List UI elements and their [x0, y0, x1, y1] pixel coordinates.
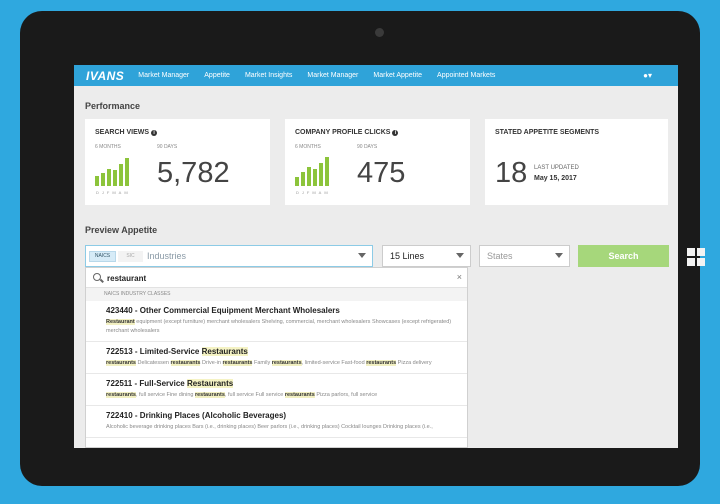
result-description: restaurants Delicatessen restaurants Dri… [106, 360, 432, 366]
ninety-days-label: 90 DAYS [357, 144, 378, 150]
month-bar [301, 171, 305, 186]
camera-icon [375, 28, 384, 37]
performance-title: Performance [85, 101, 141, 111]
info-icon[interactable]: i [151, 130, 158, 136]
month-initials: DJFMAM [296, 190, 331, 195]
card-title: COMPANY PROFILE CLICKS i [295, 129, 399, 136]
industry-result-item[interactable]: 423440 - Other Commercial Equipment Merc… [86, 301, 467, 342]
ninety-days-label: 90 DAYS [157, 144, 178, 150]
chevron-down-icon[interactable] [555, 253, 563, 258]
industries-placeholder: Industries [147, 251, 187, 261]
nav-item-appointed-markets[interactable]: Appointed Markets [437, 72, 495, 79]
app-screen: IVANS Market Manager Appetite Market Ins… [74, 65, 678, 448]
match-highlight: restaurants [170, 360, 201, 366]
segments-value: 18 [495, 157, 528, 189]
six-month-bar-chart [95, 157, 141, 186]
nav-item-market-appetite[interactable]: Market Appetite [373, 72, 422, 79]
six-month-bar-chart [295, 157, 341, 186]
month-bar [125, 158, 129, 186]
card-title: SEARCH VIEWS i [95, 129, 158, 136]
appetite-segments-card: STATED APPETITE SEGMENTS 18 LAST UPDATED… [485, 119, 668, 205]
nav-item-market-manager-2[interactable]: Market Manager [307, 72, 358, 79]
states-placeholder: States [487, 251, 513, 261]
info-icon[interactable]: i [392, 130, 399, 136]
result-description: restaurants, full service Fine dining re… [106, 392, 378, 398]
clear-icon[interactable]: × [457, 272, 462, 282]
profile-clicks-value: 475 [357, 157, 406, 189]
month-bar [107, 168, 111, 186]
tablet-frame: IVANS Market Manager Appetite Market Ins… [20, 11, 705, 486]
match-highlight: Restaurant [106, 319, 135, 325]
match-highlight: Restaurants [201, 347, 248, 356]
result-title: 423440 - Other Commercial Equipment Merc… [106, 306, 340, 315]
month-bar [295, 177, 299, 186]
month-bar [325, 157, 329, 186]
match-highlight: restaurants [366, 360, 397, 366]
chevron-down-icon[interactable] [358, 253, 366, 258]
nav-item-appetite[interactable]: Appetite [204, 72, 230, 79]
match-highlight: restaurants [271, 360, 302, 366]
month-bar [313, 168, 317, 186]
top-navbar: IVANS Market Manager Appetite Market Ins… [74, 65, 678, 86]
industry-dropdown: restaurant × NAICS INDUSTRY CLASSES 4234… [85, 267, 468, 448]
result-title: 722513 - Limited-Service Restaurants [106, 347, 248, 356]
nav-item-market-manager[interactable]: Market Manager [138, 72, 189, 79]
nav-item-market-insights[interactable]: Market Insights [245, 72, 292, 79]
industries-select[interactable]: NAICS SIC Industries [85, 245, 373, 267]
search-views-value: 5,782 [157, 157, 230, 189]
industry-search-row[interactable]: restaurant × [86, 268, 467, 288]
result-description: Alcoholic beverage drinking places Bars … [106, 424, 433, 430]
search-button[interactable]: Search [578, 245, 669, 267]
month-bar [119, 164, 123, 186]
match-highlight: restaurants [194, 392, 225, 398]
match-highlight: restaurants [106, 360, 136, 366]
month-initials: DJFMAM [96, 190, 131, 195]
search-icon [93, 273, 101, 281]
windows-logo-icon[interactable] [687, 248, 705, 266]
industry-result-item[interactable]: 722511 - Full-Service Restaurants restaur… [86, 374, 467, 406]
industry-result-item[interactable]: 722513 - Limited-Service Restaurants rest… [86, 342, 467, 374]
naics-section-header: NAICS INDUSTRY CLASSES [86, 288, 467, 301]
last-updated-date: May 15, 2017 [534, 175, 577, 182]
result-description: Restaurant equipment (except furniture) … [106, 319, 452, 334]
six-months-label: 6 MONTHS [95, 144, 121, 150]
ivans-logo[interactable]: IVANS [86, 69, 124, 83]
profile-clicks-card: COMPANY PROFILE CLICKS i 6 MONTHS 90 DAYS… [285, 119, 470, 205]
naics-toggle[interactable]: NAICS [89, 251, 116, 262]
card-title: STATED APPETITE SEGMENTS [495, 129, 600, 136]
lines-value: 15 Lines [390, 251, 425, 261]
month-bar [95, 175, 99, 186]
match-highlight: Restaurants [186, 379, 234, 388]
search-views-card: SEARCH VIEWS i 6 MONTHS 90 DAYS DJFMAM 5,… [85, 119, 270, 205]
lines-select[interactable]: 15 Lines [382, 245, 471, 267]
states-select[interactable]: States [479, 245, 570, 267]
month-bar [319, 162, 323, 186]
six-months-label: 6 MONTHS [295, 144, 321, 150]
industry-result-item[interactable]: 722410 - Drinking Places (Alcoholic Beve… [86, 406, 467, 438]
user-menu-icon[interactable]: ●▾ [643, 71, 652, 80]
last-updated-label: LAST UPDATED [534, 165, 579, 171]
month-bar [101, 172, 105, 186]
match-highlight: restaurants [222, 360, 253, 366]
month-bar [113, 170, 117, 186]
sic-toggle[interactable]: SIC [118, 251, 143, 262]
industry-search-input[interactable]: restaurant [107, 274, 146, 283]
preview-appetite-title: Preview Appetite [85, 225, 158, 235]
match-highlight: restaurants [284, 392, 315, 398]
match-highlight: restaurants [106, 392, 136, 398]
result-title: 722410 - Drinking Places (Alcoholic Beve… [106, 411, 287, 420]
chevron-down-icon[interactable] [456, 253, 464, 258]
result-title: 722511 - Full-Service Restaurants [106, 379, 234, 388]
month-bar [307, 167, 311, 186]
